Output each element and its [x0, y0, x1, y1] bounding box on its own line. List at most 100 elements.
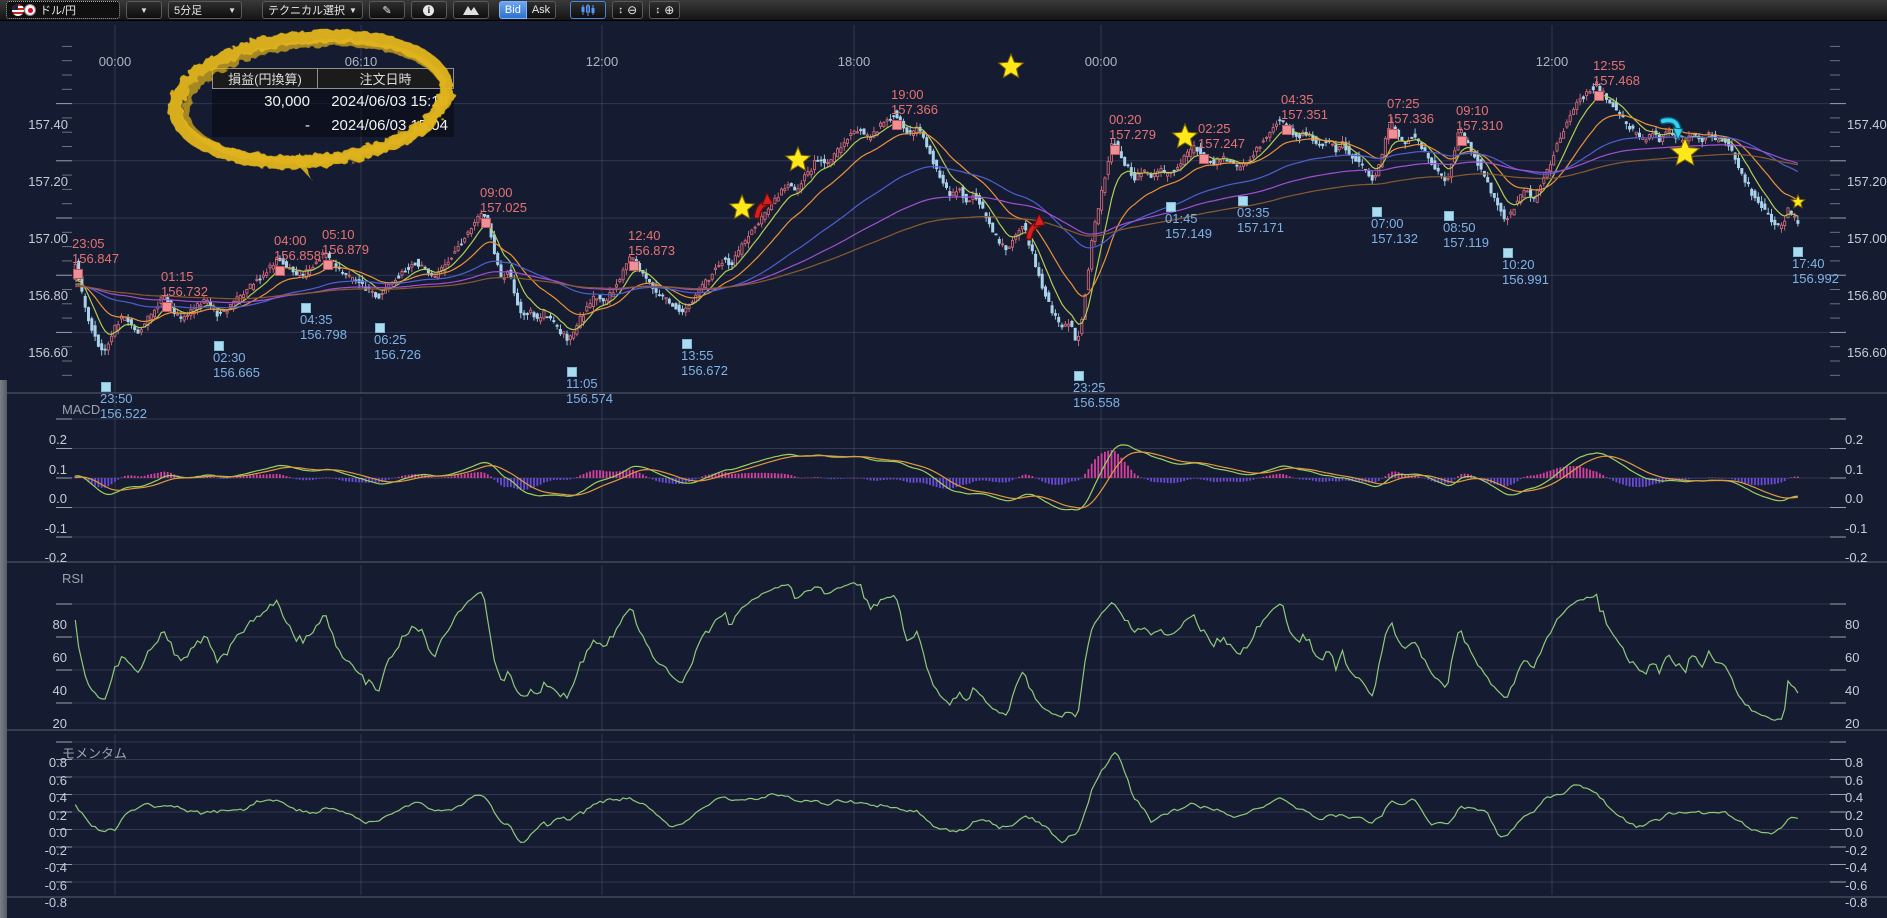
macd-bar: [395, 478, 397, 479]
candle-up: [596, 299, 598, 300]
macd-bar: [286, 476, 288, 478]
macd-bar: [1322, 478, 1324, 482]
candle-up: [622, 270, 624, 280]
macd-bar: [556, 478, 558, 480]
swing-high-label: 05:10156.879: [322, 227, 369, 257]
indicator-axis-label: 0.4: [1845, 790, 1863, 805]
swing-high-label: 04:35157.351: [1281, 92, 1328, 122]
ask-button[interactable]: Ask: [527, 1, 556, 19]
macd-bar: [134, 476, 136, 478]
chart-area[interactable]: 157.40157.40157.20157.20157.00157.00156.…: [0, 21, 1887, 918]
area-chart-button[interactable]: [453, 1, 489, 19]
candle-down: [1790, 211, 1792, 213]
macd-bar: [1200, 478, 1202, 479]
draw-tool-button[interactable]: ✎: [369, 1, 405, 19]
candle-up: [252, 284, 254, 289]
macd-bar: [474, 473, 476, 478]
candle-down: [823, 159, 825, 163]
macd-bar: [332, 478, 334, 479]
macd-bar: [1507, 478, 1509, 486]
macd-bar: [593, 470, 595, 478]
technical-select-button[interactable]: テクニカル選択 ▼: [262, 1, 363, 19]
candle-up: [411, 264, 413, 267]
macd-bar: [569, 478, 571, 479]
candle-down: [1371, 175, 1373, 180]
macd-bar: [220, 478, 222, 479]
macd-bar: [1586, 468, 1588, 478]
candle-up: [813, 161, 815, 170]
swing-high-label: 00:20157.279: [1109, 112, 1156, 142]
candle-up: [450, 258, 452, 259]
candle-up: [1645, 140, 1647, 142]
macd-bar: [1028, 475, 1030, 478]
time-axis-label-top: 18:00: [838, 54, 871, 69]
candle-up: [804, 175, 806, 181]
candle-up: [1068, 324, 1070, 326]
macd-bar: [850, 478, 852, 479]
candle-down: [414, 263, 416, 265]
time-axis-label-top: 00:00: [99, 54, 132, 69]
macd-bar: [266, 474, 268, 478]
swing-high-label: 09:10157.310: [1456, 103, 1503, 133]
candle-down: [1619, 112, 1621, 113]
macd-bar: [1764, 478, 1766, 485]
macd-bar: [1715, 478, 1717, 479]
macd-bar: [1107, 451, 1109, 478]
info-button[interactable]: i: [411, 1, 447, 19]
candle-up: [183, 316, 185, 320]
macd-bar: [998, 478, 1000, 482]
macd-bar: [457, 475, 459, 478]
macd-bar: [1523, 477, 1525, 478]
macd-bar: [563, 478, 565, 480]
macd-bar: [804, 478, 806, 479]
macd-bar: [447, 477, 449, 478]
candle-down: [1503, 210, 1505, 219]
swing-high-marker: [629, 261, 639, 271]
chart-canvas[interactable]: [0, 21, 1887, 918]
macd-bar: [1602, 475, 1604, 478]
candle-down: [1744, 175, 1746, 182]
macd-bar: [1596, 472, 1598, 478]
zoom-out-button[interactable]: ↕ ⊖: [612, 1, 643, 19]
timeframe-select[interactable]: 5分足 ▼: [168, 1, 242, 19]
macd-bar: [1787, 478, 1789, 479]
macd-bar: [1639, 478, 1641, 487]
indicator-axis-label: 0.2: [49, 808, 67, 823]
macd-bar: [398, 477, 400, 478]
candle-up: [1549, 165, 1551, 171]
candle-down: [1124, 157, 1126, 165]
panel-resize-gutter[interactable]: [0, 380, 7, 918]
macd-bar: [1055, 478, 1057, 485]
macd-bar: [876, 478, 878, 481]
indicator-axis-label: -0.8: [1845, 895, 1867, 910]
candle-down: [1325, 142, 1327, 143]
candle-down: [1467, 141, 1469, 143]
candle-up: [269, 265, 271, 268]
macd-bar: [342, 478, 344, 481]
macd-bar: [1655, 478, 1657, 484]
zoom-in-button[interactable]: ↕ ⊕: [649, 1, 680, 19]
swing-high-marker: [162, 302, 172, 312]
macd-bar: [1338, 478, 1340, 481]
candle-up: [457, 246, 459, 250]
macd-bar: [1708, 477, 1710, 478]
bid-button[interactable]: Bid: [499, 1, 527, 19]
currency-pair-selector[interactable]: ドル/円: [6, 1, 120, 19]
candle-up: [196, 304, 198, 310]
macd-bar: [1731, 478, 1733, 479]
pair-dropdown-button[interactable]: ▼: [126, 1, 162, 19]
macd-bar: [1592, 471, 1594, 478]
candle-up: [592, 296, 594, 306]
macd-bar: [1002, 478, 1004, 482]
indicator-axis-label: 60: [1845, 650, 1859, 665]
candle-up: [1272, 128, 1274, 133]
macd-bar: [243, 476, 245, 478]
candle-up: [856, 132, 858, 133]
candle-down: [104, 349, 106, 350]
candle-chart-type-button[interactable]: [570, 1, 606, 19]
macd-bar: [1609, 478, 1611, 479]
tooltip-pl-value: -: [212, 117, 316, 134]
macd-bar: [956, 478, 958, 487]
macd-bar: [454, 476, 456, 478]
macd-bar: [833, 478, 835, 479]
